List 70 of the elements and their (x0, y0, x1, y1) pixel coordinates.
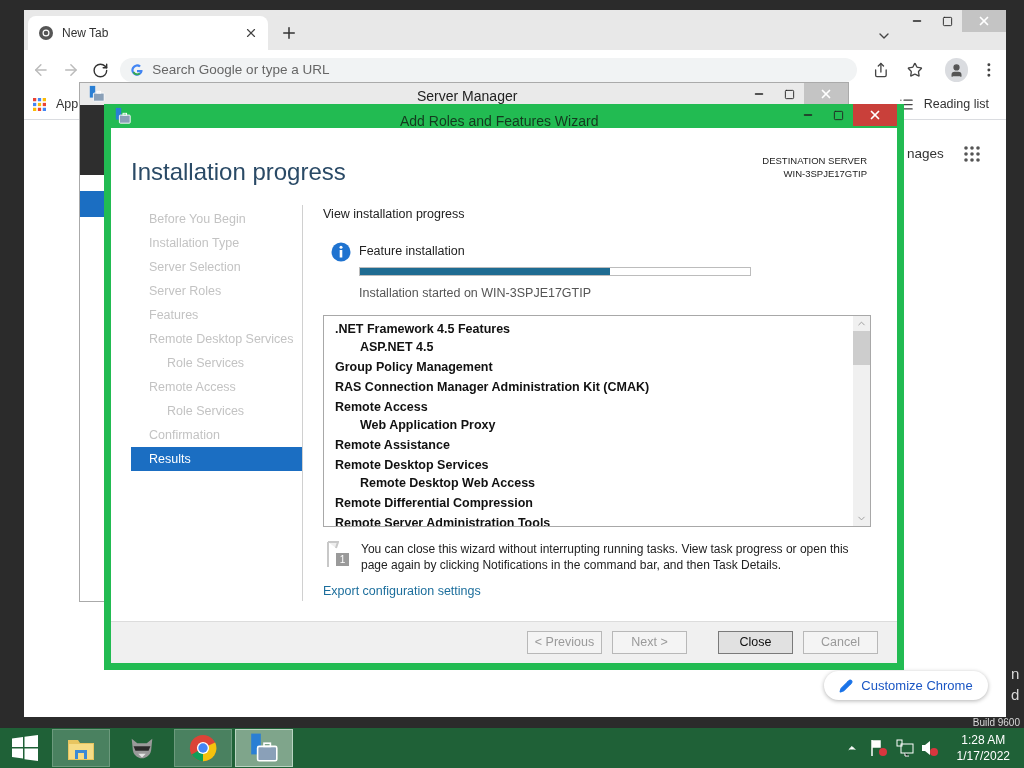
section-title: View installation progress (323, 206, 466, 223)
taskbar-app-button[interactable] (52, 729, 110, 767)
chrome-icon (188, 733, 218, 763)
info-note: You can close this wizard without interrupting running tasks. View task progress or open this page again by clicking Notifications in the command bar, and then Task Details. (361, 541, 850, 574)
apps-grid-icon[interactable] (964, 146, 980, 162)
windows-start-icon[interactable] (12, 735, 38, 761)
tab-title: New Tab (62, 25, 110, 42)
server-toolbox-icon (248, 732, 280, 764)
pencil-icon (839, 678, 854, 693)
sidebar-highlight (80, 191, 105, 217)
close-icon[interactable] (244, 26, 258, 40)
progress-status: Installation started on WIN-3SPJE17GTIP (359, 284, 593, 302)
apps-icon[interactable] (33, 98, 46, 111)
reading-list-icon[interactable] (898, 97, 914, 112)
feature-item: ASP.NET 4.5 (359, 339, 435, 357)
scrollbar[interactable] (853, 316, 870, 527)
network-icon[interactable] (895, 739, 914, 757)
destination-label: DESTINATION SERVER (762, 154, 867, 167)
feature-item: Remote Assistance (335, 437, 451, 455)
feature-item: Remote Desktop Services (335, 457, 490, 475)
maximize-icon (941, 15, 953, 27)
google-icon (130, 63, 145, 77)
speaker-muted-icon[interactable] (920, 739, 939, 757)
share-icon[interactable] (872, 62, 889, 78)
window-title: Add Roles and Features Wizard (400, 112, 599, 131)
clock[interactable]: 1:28 AM 1/17/2022 (956, 732, 1010, 764)
close-icon (977, 14, 991, 28)
watermark-text: Build 9600 (972, 718, 1020, 728)
destination-server: WIN-3SPJE17GTIP (783, 167, 867, 180)
feature-item: Web Application Proxy (359, 417, 497, 435)
feature-item: .NET Framework 4.5 Features (335, 321, 512, 339)
feature-item: Group Policy Management (335, 359, 494, 377)
feature-item: Remote Differential Compression (335, 495, 534, 513)
chrome-icon (38, 25, 54, 41)
maximize-icon (783, 88, 795, 100)
images-link[interactable]: nages (907, 144, 944, 165)
taskbar-app-button[interactable] (235, 729, 293, 767)
wizard-step[interactable]: Results (131, 447, 302, 471)
export-link[interactable]: Export configuration settings (323, 582, 877, 601)
feature-item: Remote Access (335, 399, 429, 417)
feature-item: Remote Desktop Web Access (359, 475, 537, 493)
bookmark-link[interactable]: App (56, 95, 79, 114)
address-placeholder: Search Google or type a URL (152, 60, 330, 79)
browser-tab[interactable]: New Tab (28, 16, 268, 50)
reload-icon[interactable] (91, 61, 109, 79)
flag-icon[interactable] (869, 739, 888, 757)
feature-item: RAS Connection Manager Administration Kit (CMAK) (335, 379, 651, 397)
customize-chrome-button[interactable]: Customize Chrome (824, 671, 988, 700)
close-icon (819, 87, 833, 101)
server-toolbox-icon (114, 107, 132, 125)
scroll-thumb[interactable] (853, 331, 870, 366)
address-bar[interactable]: Search Google or type a URL (120, 58, 857, 82)
notification-badge: 1 (336, 553, 349, 567)
person-icon (948, 62, 964, 78)
watermark-text: d (1011, 687, 1020, 702)
wizard-button[interactable]: Close (718, 631, 793, 654)
watermark-text: n (1011, 666, 1020, 681)
info-icon (331, 241, 351, 262)
page-heading: Installation progress (131, 157, 346, 187)
star-icon[interactable] (906, 62, 923, 78)
taskbar-app-button[interactable] (174, 729, 232, 767)
maximize-icon (832, 109, 844, 121)
reading-list-link[interactable]: Reading list (923, 95, 989, 114)
flag-icon (327, 541, 339, 568)
progress-label: Feature installation (359, 242, 466, 260)
profile-avatar[interactable] (944, 58, 969, 82)
close-icon (868, 108, 882, 122)
server-toolbox-icon (88, 85, 106, 103)
window-title: Server Manager (417, 87, 518, 106)
new-tab-icon[interactable] (280, 24, 298, 42)
